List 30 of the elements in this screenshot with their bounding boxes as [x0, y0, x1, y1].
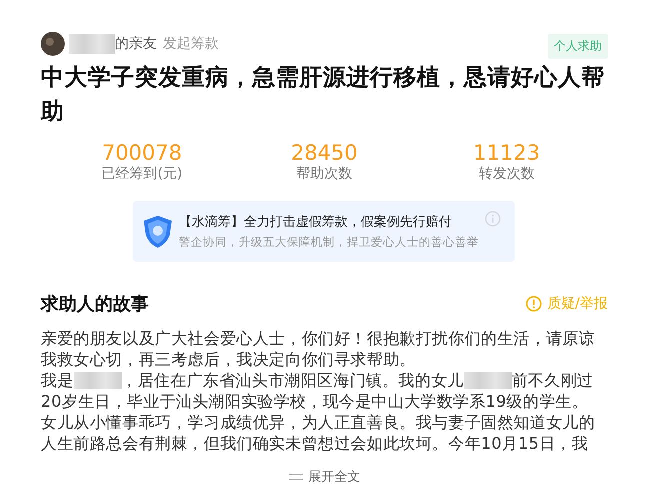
story-text: 我救女心切，再三考虑后，我决定向你们寻求帮助。	[41, 350, 416, 369]
shield-icon	[143, 214, 173, 248]
category-tag: 个人求助	[548, 34, 608, 59]
redacted-name	[74, 372, 122, 389]
stat-value: 28450	[291, 141, 358, 165]
expand-link[interactable]: 展开全文	[41, 468, 608, 486]
story-text: 我是	[41, 371, 74, 390]
story-text: 20岁生日，毕业于汕头潮阳实验学校，现今是中山大学数学系19级的学生。	[41, 392, 588, 411]
stat-label: 已经筹到(元)	[102, 165, 183, 183]
section-heading: 求助人的故事	[41, 293, 149, 316]
banner-subtext: 警企协同，升级五大保障机制，捍卫爱心人士的善心善举	[179, 235, 479, 250]
banner-headline: 【水滴筹】全力打击虚假筹款，假案例先行赔付	[179, 214, 453, 231]
avatar	[41, 32, 65, 56]
organizer-relation: 的亲友	[115, 34, 157, 52]
stat-label: 帮助次数	[296, 165, 352, 183]
warning-icon	[526, 296, 542, 312]
story-text: 女儿从小懂事乖巧，学习成绩优异，为人正直善良。我与妻子固然知道女儿的	[41, 413, 596, 432]
story-text: 人生前路总会有荆棘，但我们确实未曾想过会如此坎坷。今年10月15日，我	[41, 434, 588, 453]
story-text: ，居住在广东省汕头市潮阳区海门镇。我的女儿	[122, 371, 464, 390]
redacted-name	[464, 372, 512, 389]
stat-label: 转发次数	[478, 165, 535, 183]
story-text: 前不久刚过	[512, 371, 594, 390]
campaign-title: 中大学子突发重病，急需肝源进行移植，恳请好心人帮助	[41, 63, 606, 127]
stat-value: 11123	[473, 141, 540, 165]
story-text: 亲爱的朋友以及广大社会爱心人士，你们好！很抱歉打扰你们的生活，请原谅	[41, 329, 596, 348]
redacted-name	[69, 34, 115, 54]
organizer-action: 发起筹款	[163, 34, 219, 52]
info-icon[interactable]	[485, 211, 501, 227]
menu-icon	[288, 473, 302, 481]
stat-value: 700078	[102, 141, 182, 165]
